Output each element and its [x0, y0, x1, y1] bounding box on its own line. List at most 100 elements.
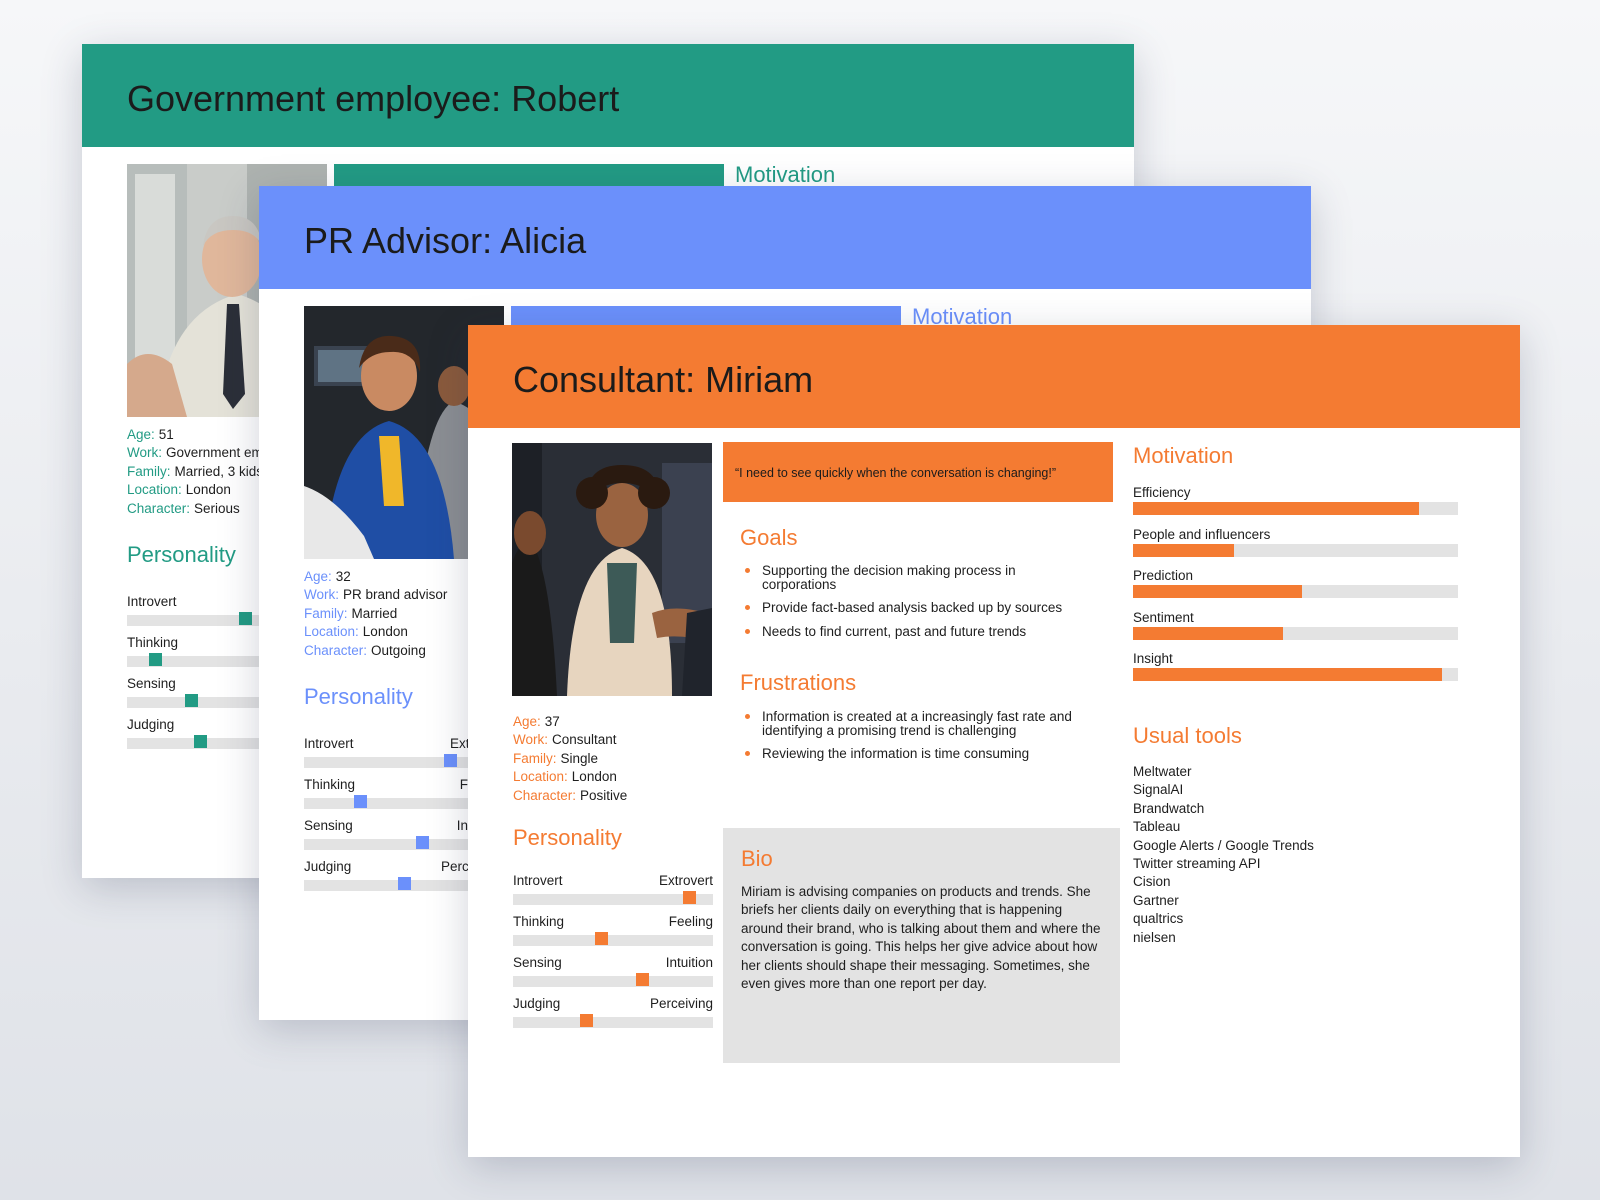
list-item: Supporting the decision making process i…	[740, 564, 1080, 591]
trait-marker	[595, 932, 608, 945]
trait-row: Sensing Intuition	[513, 955, 713, 989]
tool-item: Meltwater	[1133, 764, 1192, 779]
trait-marker	[444, 754, 457, 767]
tool-item: Gartner	[1133, 892, 1179, 908]
tool-item: nielsen	[1133, 929, 1176, 945]
info-age: Age: 32	[304, 569, 351, 584]
trait-left-label: Judging	[304, 859, 352, 874]
trait-marker	[398, 877, 411, 890]
motivation-bar	[1133, 502, 1458, 515]
trait-marker	[636, 973, 649, 986]
trait-right-label: Feeling	[668, 914, 713, 929]
personality-title: Personality	[127, 542, 236, 567]
card-title: Government employee: Robert	[127, 78, 620, 119]
trait-track	[513, 1017, 713, 1028]
persona-info: Age: 32 Work: PR brand advisor Family: Marr…	[304, 568, 447, 660]
motivation-title: Motivation	[735, 162, 836, 187]
list-item: Needs to find current, past and future t…	[740, 624, 1080, 639]
info-work: Work: PR brand advisor	[304, 587, 448, 603]
personality-title: Personality	[513, 825, 622, 850]
trait-left-label: Thinking	[127, 635, 179, 650]
trait-marker	[683, 891, 696, 904]
trait-row: Introvert Extrovert	[513, 873, 713, 907]
tool-item: Tableau	[1133, 819, 1181, 835]
list-item: Provide fact-based analysis backed up by…	[740, 601, 1080, 615]
trait-track	[513, 935, 713, 946]
motivation-label: Sentiment	[1133, 609, 1194, 625]
trait-marker	[185, 694, 198, 707]
motivation-bar-fill	[1133, 543, 1234, 557]
goals-title: Goals	[740, 525, 798, 550]
persona-card-miriam: Consultant: Miriam “I need to see quickl…	[468, 325, 1520, 1157]
trait-left-label: Thinking	[513, 914, 565, 929]
info-character: Character: Positive	[513, 787, 628, 803]
motivation-bar-fill	[1133, 585, 1302, 598]
trait-left-label: Introvert	[513, 873, 563, 888]
trait-right-label: Perceiving	[649, 996, 713, 1011]
persona-info: Age: 37 Work: Consultant Family: Single Loc…	[513, 713, 627, 805]
card-header: Government employee: Robert	[82, 44, 1134, 147]
trait-left-label: Introvert	[304, 736, 354, 751]
card-header: PR Advisor: Alicia	[259, 186, 1311, 289]
trait-left-label: Sensing	[304, 818, 353, 833]
info-age: Age: 37	[513, 714, 560, 729]
info-work: Work: Consultant	[513, 732, 617, 748]
motivation-bar-fill	[1133, 502, 1419, 515]
frustrations-title: Frustrations	[740, 670, 857, 695]
trait-left-label: Introvert	[127, 594, 177, 609]
trait-right-label: Intuition	[665, 955, 713, 970]
motivation-label: Efficiency	[1133, 485, 1191, 500]
motivation-row: Sentiment	[1133, 610, 1458, 642]
tools-list: Meltwater SignalAI Brandwatch Tableau Google…	[1133, 763, 1314, 947]
goals-list: Supporting the decision making process i…	[740, 564, 1080, 648]
motivation-label: People and influencers	[1133, 526, 1271, 542]
bio-box: Bio Miriam is advising companies on prod…	[723, 828, 1120, 1063]
tools-title: Usual tools	[1133, 723, 1242, 748]
trait-left-label: Sensing	[513, 955, 562, 970]
motivation-label: Prediction	[1133, 568, 1194, 583]
trait-right-label: Extrovert	[658, 873, 713, 888]
motivation-bar	[1133, 668, 1458, 681]
trait-left-label: Sensing	[127, 676, 176, 691]
quote-box: “I need to see quickly when the conversa…	[723, 442, 1113, 502]
tool-item: Twitter streaming API	[1133, 856, 1261, 872]
personality-title: Personality	[304, 684, 413, 709]
tool-item: Brandwatch	[1133, 800, 1205, 816]
motivation-row: Insight	[1133, 651, 1458, 683]
trait-marker	[149, 653, 162, 666]
tool-item: SignalAI	[1133, 782, 1184, 798]
persona-photo	[512, 443, 712, 696]
tool-item: Cision	[1133, 874, 1171, 890]
info-family: Family: Married	[304, 605, 398, 621]
trait-marker	[239, 612, 252, 625]
motivation-row: Efficiency	[1133, 485, 1458, 517]
trait-left-label: Thinking	[304, 777, 356, 792]
motivation-title: Motivation	[1133, 443, 1234, 468]
quote-text: “I need to see quickly when the conversa…	[735, 466, 1057, 480]
motivation-row: Prediction	[1133, 568, 1458, 600]
info-family: Family: Single	[513, 750, 599, 766]
motivation-bar	[1133, 626, 1458, 640]
card-title: Consultant: Miriam	[513, 359, 814, 400]
card-header: Consultant: Miriam	[468, 325, 1520, 428]
bio-text: Miriam is advising companies on products…	[741, 884, 1101, 992]
tool-item: Google Alerts / Google Trends	[1133, 837, 1314, 853]
motivation-bar-fill	[1133, 668, 1442, 681]
trait-row: Judging Perceiving	[513, 996, 713, 1030]
bio-title: Bio	[741, 846, 773, 871]
list-item: Information is created at a increasingly…	[740, 710, 1085, 737]
trait-marker	[416, 836, 429, 849]
motivation-bar	[1133, 543, 1458, 557]
trait-marker	[580, 1014, 593, 1027]
motivation-label: Insight	[1133, 651, 1173, 666]
trait-row: Thinking Feeling	[513, 914, 713, 948]
motivation-bar-fill	[1133, 626, 1283, 640]
info-character: Character: Outgoing	[304, 642, 426, 658]
trait-marker	[194, 735, 207, 748]
info-location: Location: London	[304, 624, 408, 640]
motivation-bar	[1133, 585, 1458, 598]
frustrations-list: Information is created at a increasingly…	[740, 710, 1085, 771]
info-location: Location: London	[513, 769, 617, 785]
tool-item: qualtrics	[1133, 911, 1184, 927]
trait-marker	[354, 795, 367, 808]
